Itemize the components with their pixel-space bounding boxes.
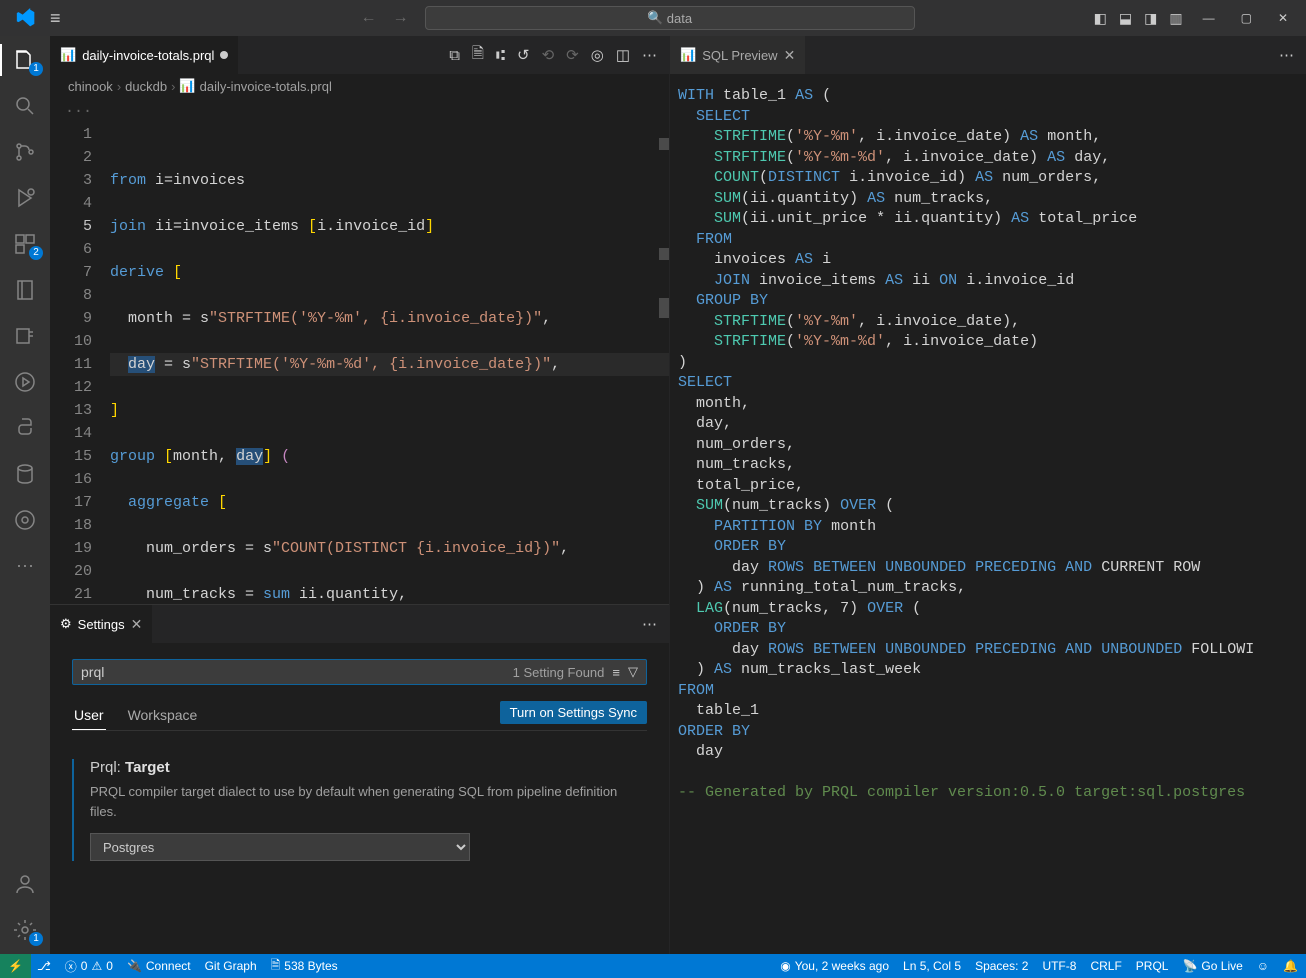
window-minimize-icon[interactable]: — (1203, 11, 1215, 25)
extensions-icon[interactable]: 2 (11, 230, 39, 258)
save-icon[interactable]: 🗎 (472, 43, 484, 68)
more-icon[interactable]: ⋯ (11, 552, 39, 580)
source-control-icon[interactable] (11, 138, 39, 166)
crumb[interactable]: daily-invoice-totals.prql (200, 79, 332, 94)
sql-icon: 📊 (680, 47, 696, 63)
split-editor-icon[interactable]: ◫ (616, 46, 630, 64)
setting-name: Target (125, 759, 170, 776)
status-blame[interactable]: ◉ You, 2 weeks ago (780, 959, 889, 973)
play-icon[interactable] (11, 368, 39, 396)
editor-actions: ⧉ 🗎 ⑆ ↺ ⟲ ⟳ ◎ ◫ ⋯ (449, 36, 669, 74)
more-actions-icon[interactable]: ⋯ (642, 46, 657, 64)
more-actions-icon[interactable]: ⋯ (642, 615, 657, 633)
tab-prql-file[interactable]: 📊 daily-invoice-totals.prql (50, 36, 239, 74)
status-feedback-icon[interactable]: ☺ (1257, 959, 1269, 973)
settings-tab-workspace[interactable]: Workspace (126, 701, 200, 730)
database-icon[interactable] (11, 460, 39, 488)
clear-icon[interactable]: ≡ (612, 665, 620, 680)
status-bell-icon[interactable]: 🔔 (1283, 959, 1298, 973)
sql-preview[interactable]: WITH table_1 AS ( SELECT STRFTIME('%Y-%m… (670, 74, 1306, 954)
go-back-icon[interactable]: ⟲ (542, 46, 555, 64)
editor-tabs: 📊 daily-invoice-totals.prql ⧉ 🗎 ⑆ ↺ ⟲ ⟳ … (50, 36, 669, 74)
close-icon[interactable]: ✕ (131, 616, 143, 633)
status-language[interactable]: PRQL (1136, 959, 1169, 973)
breadcrumb[interactable]: chinook› duckdb› 📊 daily-invoice-totals.… (50, 74, 669, 98)
badge: 1 (29, 62, 43, 76)
window-maximize-icon[interactable]: ▢ (1241, 11, 1252, 25)
settings-sync-button[interactable]: Turn on Settings Sync (500, 701, 647, 724)
layout-sidebar-right-icon[interactable]: ◨ (1144, 10, 1157, 27)
crumb[interactable]: chinook (68, 79, 113, 94)
remote-button[interactable]: ⚡ (0, 954, 31, 978)
status-go-live[interactable]: 📡 Go Live (1182, 959, 1242, 973)
tab-label: Settings (78, 617, 125, 632)
diff-icon[interactable]: ⑆ (496, 47, 505, 64)
nav-forward-icon[interactable]: → (393, 9, 409, 27)
status-problems[interactable]: ⓧ 0 ⚠ 0 (65, 958, 113, 975)
settings-search[interactable]: 1 Setting Found ≡ ▽ (72, 659, 647, 685)
command-center-search[interactable]: 🔍 data (425, 6, 915, 30)
notebook-icon[interactable] (11, 276, 39, 304)
layout-panel-icon[interactable]: ⬓ (1119, 10, 1132, 27)
nav-back-icon[interactable]: ← (361, 9, 377, 27)
search-text: data (667, 11, 692, 26)
tab-settings[interactable]: ⚙ Settings ✕ (50, 605, 153, 643)
crumb[interactable]: duckdb (125, 79, 167, 94)
target-icon[interactable]: ◎ (591, 46, 604, 64)
search-icon: 🔍 (647, 10, 663, 26)
go-forward-icon[interactable]: ⟳ (566, 46, 579, 64)
status-encoding[interactable]: UTF-8 (1042, 959, 1076, 973)
status-git-graph[interactable]: Git Graph (205, 959, 257, 973)
layout-customize-icon[interactable]: ▥ (1169, 10, 1182, 27)
layout-sidebar-left-icon[interactable]: ◧ (1094, 10, 1107, 27)
status-eol[interactable]: CRLF (1090, 959, 1121, 973)
git-lens-icon[interactable] (11, 506, 39, 534)
copy-icon[interactable]: ⧉ (449, 47, 460, 64)
status-file-size[interactable]: 🗎 538 Bytes (271, 956, 338, 977)
window-close-icon[interactable]: ✕ (1278, 11, 1288, 25)
prql-file-icon: 📊 (179, 78, 195, 94)
preview-tabs: 📊 SQL Preview ✕ ⋯ (670, 36, 1306, 74)
tab-label: daily-invoice-totals.prql (82, 48, 214, 63)
explorer-icon[interactable]: 1 (11, 46, 39, 74)
search-icon[interactable] (11, 92, 39, 120)
prql-file-icon: 📊 (60, 47, 76, 63)
setting-select[interactable]: Postgres (90, 833, 470, 861)
revert-icon[interactable]: ↺ (517, 46, 530, 64)
database-manager-icon[interactable] (11, 322, 39, 350)
status-connect[interactable]: 🔌 Connect (127, 959, 191, 973)
settings-tab-user[interactable]: User (72, 701, 106, 730)
tab-label: SQL Preview (702, 48, 777, 63)
settings-search-input[interactable] (81, 664, 513, 680)
badge: 2 (29, 246, 43, 260)
activity-bar: 1 2 ⋯ 1 (0, 36, 50, 954)
settings-gear-icon[interactable]: 1 (11, 916, 39, 944)
status-indent[interactable]: Spaces: 2 (975, 959, 1028, 973)
menu-icon[interactable]: ≡ (50, 8, 61, 29)
settings-found-count: 1 Setting Found (513, 665, 605, 680)
status-bar: ⚡ ⎇ ⓧ 0 ⚠ 0 🔌 Connect Git Graph 🗎 538 By… (0, 954, 1306, 978)
tab-sql-preview[interactable]: 📊 SQL Preview ✕ (670, 36, 806, 74)
python-icon[interactable] (11, 414, 39, 442)
more-actions-icon[interactable]: ⋯ (1279, 46, 1294, 64)
setting-prql-target: Prql: Target PRQL compiler target dialec… (72, 759, 647, 861)
filter-icon[interactable]: ▽ (628, 664, 638, 680)
git-branch-icon[interactable]: ⎇ (37, 959, 51, 973)
code-editor[interactable]: ··· 12345678910111213141516171819202122 … (50, 98, 669, 604)
modified-indicator-icon (220, 51, 228, 59)
status-cursor-pos[interactable]: Ln 5, Col 5 (903, 959, 961, 973)
line-gutter: ··· 12345678910111213141516171819202122 (50, 98, 110, 604)
minimap[interactable] (655, 98, 669, 604)
badge: 1 (29, 932, 43, 946)
close-icon[interactable]: ✕ (784, 47, 796, 64)
settings-panel: ⚙ Settings ✕ ⋯ 1 Setting Found ≡ ▽ User (50, 604, 669, 954)
vscode-logo-icon (16, 8, 36, 28)
source-text[interactable]: from i=invoices join ii=invoice_items [i… (110, 98, 669, 604)
run-debug-icon[interactable] (11, 184, 39, 212)
gear-icon: ⚙ (60, 616, 72, 632)
titlebar: ≡ ← → 🔍 data ◧ ⬓ ◨ ▥ — ▢ ✕ (0, 0, 1306, 36)
setting-category: Prql: (90, 759, 125, 776)
account-icon[interactable] (11, 870, 39, 898)
setting-description: PRQL compiler target dialect to use by d… (90, 782, 647, 821)
